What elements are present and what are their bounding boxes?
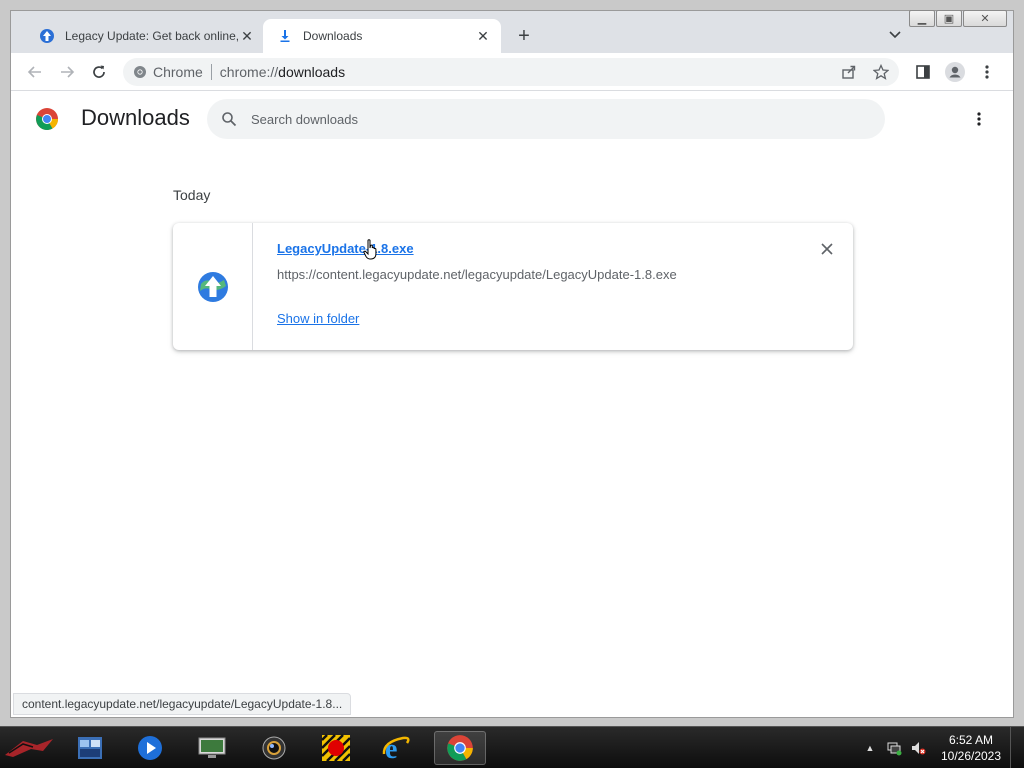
date-heading: Today xyxy=(173,187,211,203)
search-input[interactable] xyxy=(251,111,851,127)
download-source-url: https://content.legacyupdate.net/legacyu… xyxy=(277,267,677,282)
tab-strip: Legacy Update: Get back online, ✕ Downlo… xyxy=(11,10,1013,53)
taskbar: e ▲ 6:52 AM 10/26/2023 xyxy=(0,726,1024,768)
system-tray: ▲ 6:52 AM 10/26/2023 xyxy=(858,727,1024,768)
reload-icon[interactable] xyxy=(89,62,109,82)
clock[interactable]: 6:52 AM 10/26/2023 xyxy=(936,732,1006,764)
download-filename-link[interactable]: LegacyUpdate-1.8.exe xyxy=(277,241,414,256)
remote-desktop-icon[interactable] xyxy=(186,731,238,765)
forward-arrow-icon[interactable] xyxy=(57,62,77,82)
downloads-menu-icon[interactable] xyxy=(969,109,989,129)
show-in-folder-link[interactable]: Show in folder xyxy=(277,311,359,326)
show-desktop-button[interactable] xyxy=(1010,727,1024,768)
minimize-button[interactable]: ▁ xyxy=(909,10,935,27)
chrome-menu-icon[interactable] xyxy=(977,62,997,82)
clock-time: 6:52 AM xyxy=(948,733,994,747)
tab-title: Legacy Update: Get back online, xyxy=(65,29,239,43)
url-path: downloads xyxy=(278,64,346,80)
profile-avatar-icon[interactable] xyxy=(945,62,965,82)
address-bar[interactable]: Chrome chrome://downloads xyxy=(123,58,899,86)
tray-expand-icon[interactable]: ▲ xyxy=(862,740,878,756)
side-panel-icon[interactable] xyxy=(913,62,933,82)
toolbar: Chrome chrome://downloads xyxy=(11,53,1013,91)
chrome-logo-icon xyxy=(36,108,58,130)
tab-search-chevron-icon[interactable] xyxy=(887,27,903,43)
site-chip-label: Chrome xyxy=(153,64,203,80)
globe-icon xyxy=(39,28,55,44)
file-icon-column xyxy=(173,223,253,350)
url-text: chrome://downloads xyxy=(220,64,345,80)
svg-text:e: e xyxy=(385,734,397,762)
browser-window: Legacy Update: Get back online, ✕ Downlo… xyxy=(10,10,1014,718)
search-downloads-box[interactable] xyxy=(207,99,885,139)
tab-legacy-update[interactable]: Legacy Update: Get back online, ✕ xyxy=(25,19,265,53)
explorer-icon[interactable] xyxy=(64,731,116,765)
maximize-button[interactable]: ▣ xyxy=(936,10,962,27)
volume-muted-icon[interactable] xyxy=(910,740,926,756)
back-arrow-icon[interactable] xyxy=(25,62,45,82)
site-chip[interactable]: Chrome xyxy=(133,64,212,80)
share-icon[interactable] xyxy=(841,64,857,83)
url-prefix: chrome:// xyxy=(219,64,279,80)
camera-icon[interactable] xyxy=(248,731,300,765)
close-window-button[interactable]: ✕ xyxy=(963,10,1007,27)
clock-date: 10/26/2023 xyxy=(940,749,1002,763)
ie-icon[interactable]: e xyxy=(370,731,422,765)
page-title: Downloads xyxy=(81,105,190,130)
download-item: LegacyUpdate-1.8.exe https://content.leg… xyxy=(173,223,853,350)
rog-start-icon[interactable] xyxy=(0,729,58,767)
hand-cursor-icon xyxy=(363,239,377,260)
window-controls: ▁ ▣ ✕ xyxy=(908,10,1007,27)
close-tab-icon[interactable]: ✕ xyxy=(475,28,491,44)
tab-title: Downloads xyxy=(303,29,363,43)
search-icon xyxy=(222,112,237,127)
downloads-header: Downloads xyxy=(11,91,1013,147)
remove-download-icon[interactable] xyxy=(819,241,835,257)
chrome-icon xyxy=(134,66,146,78)
record-icon[interactable] xyxy=(310,731,362,765)
downloads-page: Downloads Today LegacyUpdate-1.8.exe htt… xyxy=(11,91,1013,717)
bookmark-star-icon[interactable] xyxy=(872,63,890,83)
legacy-update-file-icon xyxy=(197,271,228,302)
network-icon[interactable] xyxy=(886,740,902,756)
download-icon xyxy=(277,28,293,44)
new-tab-button[interactable]: + xyxy=(513,25,535,47)
status-bar: content.legacyupdate.net/legacyupdate/Le… xyxy=(13,693,352,715)
tab-downloads[interactable]: Downloads ✕ xyxy=(263,19,501,53)
media-player-icon[interactable] xyxy=(124,731,176,765)
close-tab-icon[interactable]: ✕ xyxy=(239,28,255,44)
chrome-taskbar-icon[interactable] xyxy=(434,731,486,765)
